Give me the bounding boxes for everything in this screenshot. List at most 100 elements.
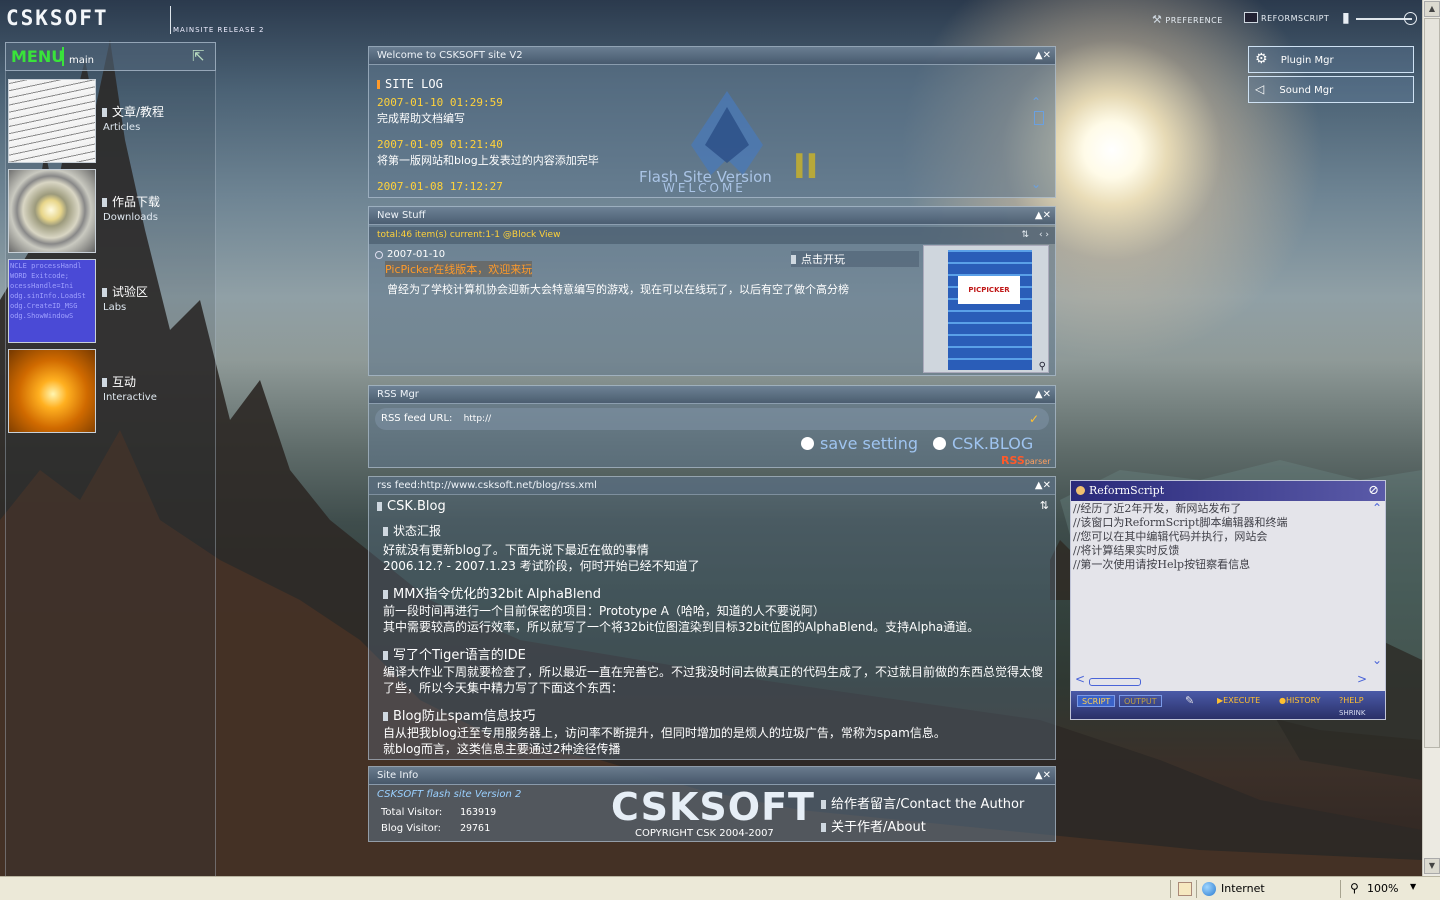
- newstuff-header: New Stuff ▲✕: [369, 207, 1055, 225]
- reformscript-label: REFORMSCRIPT: [1261, 14, 1330, 23]
- status-divider: [1340, 880, 1341, 898]
- rss-feed-panel: rss feed:http://www.csksoft.net/blog/rss…: [368, 476, 1056, 760]
- brand-logo[interactable]: CSKSOFT: [6, 6, 109, 30]
- check-icon[interactable]: ✓: [1029, 408, 1039, 430]
- scroll-up-icon[interactable]: ⌃: [1372, 501, 1382, 515]
- scroll-up-icon[interactable]: ⌃: [1031, 95, 1041, 109]
- menu-item-label: 互动: [112, 375, 137, 389]
- welcome-header: Welcome to CSKSOFT site V2 ▲✕: [369, 47, 1055, 65]
- scroll-up-button[interactable]: ▲: [1424, 1, 1440, 17]
- speaker-icon[interactable]: ▮: [1342, 10, 1350, 26]
- hscroll-thumb[interactable]: [1089, 678, 1141, 686]
- feed-item-body: 自从把我blog迁至专用服务器上，访问率不断提升，但同时增加的是烦人的垃圾广告，…: [383, 726, 946, 756]
- flash-version-mark: II: [793, 147, 819, 187]
- script-line: //将计算结果实时反馈: [1073, 544, 1180, 557]
- feed-item-title[interactable]: MMX指令优化的32bit AlphaBlend: [383, 583, 601, 602]
- menu-item-labs[interactable]: NCLE processHandl WORD Exitcode; ocessHa…: [8, 259, 208, 343]
- panel-controls[interactable]: ▲✕: [1035, 477, 1051, 495]
- bullet-icon: [791, 255, 796, 264]
- site-log-title: SITE LOG: [377, 77, 443, 91]
- script-editor[interactable]: //经历了近2年开发，新网站发布了 //该窗口为ReformScript脚本编辑…: [1073, 502, 1371, 674]
- scroll-thumb[interactable]: [1424, 18, 1440, 748]
- reformscript-title: ReformScript: [1089, 484, 1165, 497]
- reformscript-titlebar[interactable]: ReformScript ⊘: [1071, 481, 1385, 501]
- menu-header: MENU main ⇱: [5, 42, 216, 71]
- panel-controls[interactable]: ▲✕: [1035, 207, 1051, 225]
- refresh-icon[interactable]: ⇅: [1021, 227, 1029, 244]
- menu-item-articles[interactable]: 文章/教程 Articles: [8, 79, 208, 163]
- csk-blog-button[interactable]: CSK.BLOG: [933, 434, 1033, 453]
- next-icon[interactable]: ‹ ›: [1039, 227, 1049, 244]
- pin-icon[interactable]: ⊘: [1368, 481, 1379, 501]
- scroll-thumb[interactable]: [1034, 111, 1044, 125]
- scroll-down-icon[interactable]: ⌄: [1031, 177, 1041, 191]
- rss-url-label: RSS feed URL:: [381, 413, 453, 424]
- play-link[interactable]: 点击开玩: [791, 251, 919, 267]
- welcome-panel: Welcome to CSKSOFT site V2 ▲✕ Flash Site …: [368, 46, 1056, 198]
- bullet-icon: [383, 712, 388, 721]
- feed-item-title[interactable]: Blog防止spam信息技巧: [383, 705, 535, 724]
- menu-item-downloads[interactable]: 作品下载 Downloads: [8, 169, 208, 253]
- zoom-icon[interactable]: ⚲: [1350, 881, 1359, 895]
- zoom-icon[interactable]: ⚲: [1039, 361, 1046, 372]
- gear-icon: ⚙: [1255, 51, 1268, 67]
- status-divider: [1196, 880, 1197, 898]
- history-icon: ●: [1279, 696, 1286, 705]
- menu-item-sublabel: Articles: [103, 122, 141, 133]
- newstuff-headline[interactable]: PicPicker在线版本，欢迎来玩: [385, 261, 533, 277]
- globe-icon: [1202, 882, 1216, 896]
- downloads-thumbnail: [8, 169, 96, 253]
- execute-button[interactable]: ▶EXECUTE: [1213, 695, 1264, 707]
- rss-mgr-title: RSS Mgr: [377, 389, 419, 400]
- expand-icon[interactable]: ⇱: [192, 47, 205, 65]
- about-link[interactable]: 关于作者/About: [821, 816, 926, 835]
- bullet-icon: [821, 823, 826, 832]
- tab-output[interactable]: OUTPUT: [1119, 695, 1162, 707]
- footer-logo: CSKSOFT: [611, 785, 815, 829]
- menu-item-label: 试验区: [112, 285, 149, 299]
- brand-divider: [170, 6, 171, 34]
- scroll-right-icon[interactable]: >: [1357, 672, 1367, 686]
- history-button[interactable]: ●HISTORY: [1275, 695, 1325, 707]
- tab-script[interactable]: SCRIPT: [1077, 695, 1116, 707]
- bullet-icon: [102, 288, 107, 297]
- feed-item-title[interactable]: 状态汇报: [383, 522, 441, 539]
- shrink-button[interactable]: SHRINK: [1339, 709, 1365, 717]
- scroll-down-button[interactable]: ▼: [1424, 858, 1440, 874]
- save-setting-button[interactable]: save setting: [801, 434, 918, 453]
- wrench-icon: ⚒: [1152, 13, 1163, 26]
- panel-controls[interactable]: ▲✕: [1035, 47, 1051, 65]
- refresh-icon[interactable]: ⇅: [1040, 499, 1049, 512]
- rss-mgr-header: RSS Mgr ▲✕: [369, 386, 1055, 404]
- zoom-level[interactable]: 100%: [1367, 882, 1398, 895]
- zoom-dropdown-icon[interactable]: ▼: [1410, 882, 1416, 891]
- sound-mgr-label: Sound Mgr: [1279, 85, 1334, 96]
- browser-scrollbar[interactable]: ▲ ▼: [1422, 0, 1440, 876]
- rss-url-field[interactable]: RSS feed URL: http:// ✓: [375, 408, 1049, 430]
- sound-mgr-button[interactable]: ◁ Sound Mgr: [1248, 76, 1414, 103]
- game-board: [948, 250, 1032, 370]
- log-date-3: 2007-01-08 17:12:27: [377, 180, 503, 193]
- script-line: //第一次使用请按Help按钮察看信息: [1073, 558, 1251, 571]
- menu-item-interactive[interactable]: 互动 Interactive: [8, 349, 208, 433]
- plugin-mgr-button[interactable]: ⚙ Plugin Mgr: [1248, 46, 1414, 73]
- browser-status-bar: Internet ⚲ 100% ▼: [0, 876, 1440, 900]
- panel-controls[interactable]: ▲✕: [1035, 767, 1051, 785]
- speaker-icon: ◁: [1255, 82, 1265, 96]
- scroll-left-icon[interactable]: <: [1075, 672, 1085, 686]
- scroll-down-icon[interactable]: ⌄: [1372, 653, 1382, 667]
- rss-parser-badge: RSSparser: [1001, 454, 1051, 467]
- reformscript-button[interactable]: REFORMSCRIPT: [1244, 12, 1329, 23]
- siteinfo-version: CSKSOFT flash site Version 2: [377, 789, 522, 800]
- preference-button[interactable]: ⚒ PREFERENCE: [1152, 13, 1223, 26]
- game-logo: PICPICKER: [958, 276, 1020, 304]
- contact-link[interactable]: 给作者留言/Contact the Author: [821, 793, 1024, 812]
- newstuff-date: 2007-01-10: [387, 249, 446, 260]
- panel-controls[interactable]: ▲✕: [1035, 386, 1051, 404]
- picpicker-thumbnail[interactable]: PICPICKER ⚲: [923, 245, 1049, 373]
- help-button[interactable]: ?HELP: [1335, 695, 1368, 707]
- volume-knob[interactable]: [1404, 12, 1417, 25]
- newstuff-title: New Stuff: [377, 210, 426, 221]
- feed-item-title[interactable]: 写了个Tiger语言的IDE: [383, 644, 526, 663]
- clear-icon[interactable]: ✎: [1185, 694, 1194, 707]
